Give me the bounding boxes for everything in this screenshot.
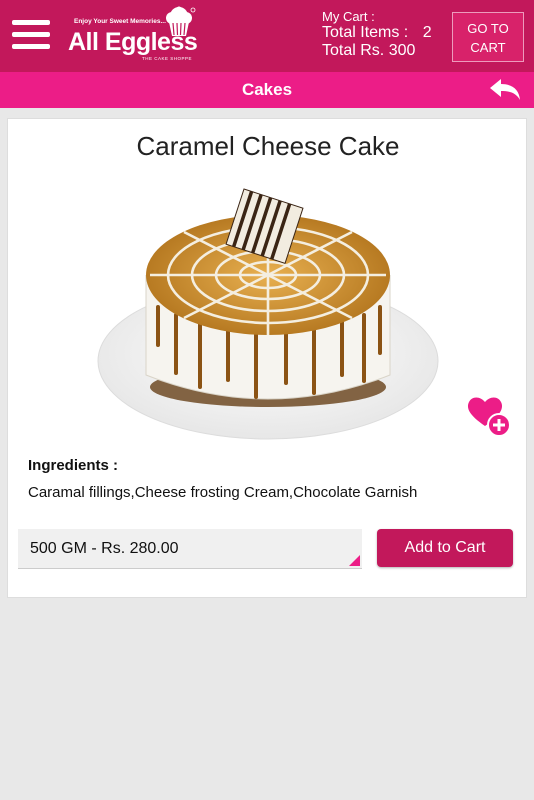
section-title-bar: Cakes xyxy=(0,72,534,108)
cart-total-amount: Total Rs. 300 xyxy=(322,42,416,59)
cart-label: My Cart : xyxy=(322,9,375,24)
logo-subtitle: THE CAKE SHOPPE xyxy=(142,56,193,61)
weight-price-select[interactable]: 500 GM - Rs. 280.00 xyxy=(18,529,362,569)
top-bar: Enjoy Your Sweet Memories... All Eggless… xyxy=(0,0,534,72)
go-to-cart-label-1: GO TO xyxy=(467,21,509,36)
go-to-cart-button[interactable]: GO TO CART xyxy=(452,12,524,62)
back-arrow-icon[interactable] xyxy=(488,78,522,102)
heart-plus-icon[interactable] xyxy=(466,393,512,439)
selected-weight-price: 500 GM - Rs. 280.00 xyxy=(30,540,179,557)
product-image xyxy=(97,188,439,440)
cart-total-items: Total Items : 2 xyxy=(322,24,432,42)
ingredients-text: Caramal fillings,Cheese frosting Cream,C… xyxy=(28,484,418,501)
page-title: Cakes xyxy=(241,80,293,99)
total-items-value: 2 xyxy=(422,24,432,41)
app-logo: Enjoy Your Sweet Memories... All Eggless… xyxy=(66,4,202,64)
go-to-cart-label-2: CART xyxy=(470,40,506,55)
add-to-cart-button[interactable]: Add to Cart xyxy=(377,529,513,567)
ingredients-label: Ingredients : xyxy=(28,457,119,474)
menu-icon[interactable] xyxy=(12,20,50,52)
dropdown-corner-icon xyxy=(349,555,360,566)
logo-tagline: Enjoy Your Sweet Memories... xyxy=(74,18,166,25)
cart-summary: My Cart : Total Items : 2 Total Rs. 300 xyxy=(322,9,432,60)
cupcake-logo-icon xyxy=(166,6,196,36)
product-card: Caramel Cheese Cake Ingredients: Carama… xyxy=(7,118,527,598)
total-items-label: Total Items : xyxy=(322,24,409,41)
product-title: Caramel Cheese Cake xyxy=(136,131,400,161)
